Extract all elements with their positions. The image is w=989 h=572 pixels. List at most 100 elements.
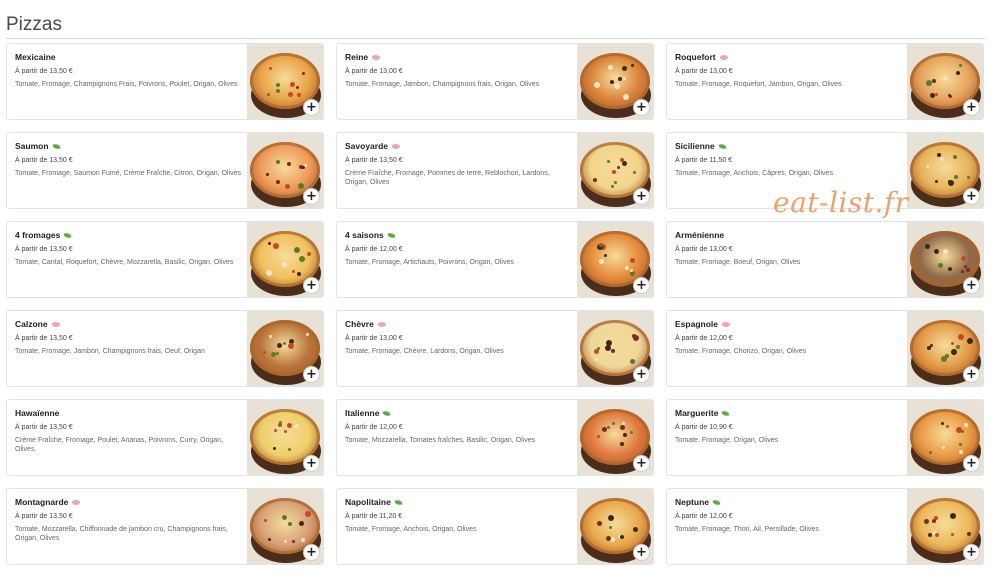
pizza-ingredients: Tomate, Mozzarella, Tomates fraîches, Ba… <box>345 437 536 444</box>
topping-shape <box>605 536 611 542</box>
pizza-card[interactable]: Espagnole À partir de 12,00 € Tomate, Fr… <box>666 310 984 387</box>
topping-shape <box>933 515 938 520</box>
pizza-ingredients: Tomate, Fromage, Anchois, Origan, Olives <box>345 526 477 533</box>
pizza-price: À partir de 13,50 € <box>345 157 403 164</box>
pizza-card[interactable]: 4 saisons À partir de 12,00 € Tomate, Fr… <box>336 221 654 298</box>
add-to-cart-button[interactable]: + <box>963 544 980 561</box>
pizza-name-row: Hawaïenne <box>15 408 243 419</box>
topping-shape <box>286 422 292 428</box>
pizza-name-row: Espagnole <box>675 319 903 330</box>
pizza-price: À partir de 13,50 € <box>15 424 73 431</box>
pizza-card[interactable]: Roquefort À partir de 13,00 € Tomate, Fr… <box>666 43 984 120</box>
pizza-name-row: Roquefort <box>675 52 903 63</box>
pizza-ingredients: Tomate, Fromage, Boeuf, Origan, Olives <box>675 259 801 266</box>
pizza-price: À partir de 13,00 € <box>345 335 403 342</box>
pizza-name-row: Neptune <box>675 497 903 508</box>
add-to-cart-button[interactable]: + <box>633 188 650 205</box>
topping-shape <box>301 165 305 169</box>
topping-shape <box>633 334 640 341</box>
pizza-ingredients: Tomate, Cantal, Roquefort, Chèvre, Mozza… <box>15 259 234 266</box>
pizza-card[interactable]: Chèvre À partir de 13,00 € Tomate, Froma… <box>336 310 654 387</box>
topping-shape <box>939 156 944 161</box>
add-to-cart-button[interactable]: + <box>303 99 320 116</box>
meat-icon <box>372 55 381 60</box>
topping-shape <box>622 433 627 438</box>
pizza-grid: Mexicaine À partir de 13,50 € Tomate, Fr… <box>6 43 984 565</box>
pizza-name: Neptune <box>675 497 709 507</box>
topping-shape <box>960 429 964 433</box>
pizza-name: 4 fromages <box>15 230 61 240</box>
pizza-name: Reine <box>345 52 369 62</box>
pizza-card[interactable]: Hawaïenne À partir de 13,50 € Crème Fraî… <box>6 399 324 476</box>
topping-shape <box>966 531 971 536</box>
topping-shape <box>609 79 614 84</box>
pizza-name-row: Savoyarde <box>345 141 573 152</box>
topping-shape <box>616 165 620 169</box>
pizza-card[interactable]: Neptune À partir de 12,00 € Tomate, From… <box>666 488 984 565</box>
topping-shape <box>923 518 929 524</box>
topping-shape <box>933 249 939 254</box>
pizza-card[interactable]: Mexicaine À partir de 13,50 € Tomate, Fr… <box>6 43 324 120</box>
vegetarian-leaf-icon <box>718 143 727 150</box>
topping-shape <box>629 430 633 434</box>
topping-shape <box>286 161 291 166</box>
pizza-ingredients: Tomate, Fromage, Origan, Olives <box>675 437 779 444</box>
add-to-cart-button[interactable]: + <box>963 99 980 116</box>
topping-shape <box>287 521 292 526</box>
topping-shape <box>596 520 602 526</box>
pizza-card[interactable]: Savoyarde À partir de 13,50 € Crème Fraî… <box>336 132 654 209</box>
topping-shape <box>966 337 973 344</box>
title-divider <box>6 38 985 39</box>
add-to-cart-button[interactable]: + <box>633 544 650 561</box>
add-to-cart-button[interactable]: + <box>633 99 650 116</box>
pizza-ingredients: Tomate, Fromage, Roquefort, Jambon, Orig… <box>675 81 842 88</box>
pizza-ingredients: Tomate, Fromage, Jambon, Champignons fra… <box>345 81 540 88</box>
topping-shape <box>613 82 620 89</box>
add-to-cart-button[interactable]: + <box>963 366 980 383</box>
topping-shape <box>937 262 943 268</box>
add-to-cart-button[interactable]: + <box>303 277 320 294</box>
topping-shape <box>940 355 947 362</box>
topping-shape <box>304 510 311 517</box>
topping-shape <box>633 170 636 174</box>
add-to-cart-button[interactable]: + <box>303 544 320 561</box>
topping-shape <box>293 424 298 429</box>
pizza-card[interactable]: Montagnarde À partir de 13,50 € Tomate, … <box>6 488 324 565</box>
add-to-cart-button[interactable]: + <box>963 277 980 294</box>
add-to-cart-button[interactable]: + <box>303 455 320 472</box>
pizza-ingredients: Tomate, Mozzarella, Chiffonnade de jambo… <box>15 526 228 542</box>
pizza-card-body: Montagnarde À partir de 13,50 € Tomate, … <box>15 497 243 543</box>
pizza-card[interactable]: Calzone À partir de 13,50 € Tomate, From… <box>6 310 324 387</box>
add-to-cart-button[interactable]: + <box>633 455 650 472</box>
add-to-cart-button[interactable]: + <box>633 277 650 294</box>
pizza-card[interactable]: 4 fromages À partir de 13,50 € Tomate, C… <box>6 221 324 298</box>
pizza-card-body: Espagnole À partir de 12,00 € Tomate, Fr… <box>675 319 903 356</box>
pizza-name-row: Calzone <box>15 319 243 330</box>
pizza-card-body: Napolitaine À partir de 11,20 € Tomate, … <box>345 497 573 534</box>
topping-shape <box>605 340 612 347</box>
pizza-card[interactable]: Italienne À partir de 12,00 € Tomate, Mo… <box>336 399 654 476</box>
topping-shape <box>966 176 970 180</box>
pizza-card[interactable]: Reine À partir de 13,00 € Tomate, Fromag… <box>336 43 654 120</box>
pizza-card[interactable]: Saumon À partir de 13,50 € Tomate, Froma… <box>6 132 324 209</box>
pizza-card-body: Italienne À partir de 12,00 € Tomate, Mo… <box>345 408 573 445</box>
add-to-cart-button[interactable]: + <box>963 455 980 472</box>
add-to-cart-button[interactable]: + <box>633 366 650 383</box>
add-to-cart-button[interactable]: + <box>303 366 320 383</box>
pizza-name: Mexicaine <box>15 52 56 62</box>
topping-shape <box>622 65 628 71</box>
meat-icon <box>721 322 730 327</box>
topping-shape <box>931 78 936 83</box>
pizza-card-body: Sicilienne À partir de 11,50 € Tomate, F… <box>675 141 903 178</box>
add-to-cart-button[interactable]: + <box>963 188 980 205</box>
pizza-ingredients: Tomate, Fromage, Chorizo, Origan, Olives <box>675 348 807 355</box>
pizza-card[interactable]: Marguerite À partir de 10,90 € Tomate, F… <box>666 399 984 476</box>
pizza-card-body: Hawaïenne À partir de 13,50 € Crème Fraî… <box>15 408 243 454</box>
pizza-card-body: Saumon À partir de 13,50 € Tomate, Froma… <box>15 141 243 178</box>
pizza-ingredients: Tomate, Fromage, Anchois, Câpres, Origan… <box>675 170 833 177</box>
pizza-name-row: Italienne <box>345 408 573 419</box>
add-to-cart-button[interactable]: + <box>303 188 320 205</box>
pizza-card[interactable]: Napolitaine À partir de 11,20 € Tomate, … <box>336 488 654 565</box>
meat-icon <box>719 55 728 60</box>
pizza-card[interactable]: Arménienne À partir de 13,00 € Tomate, F… <box>666 221 984 298</box>
